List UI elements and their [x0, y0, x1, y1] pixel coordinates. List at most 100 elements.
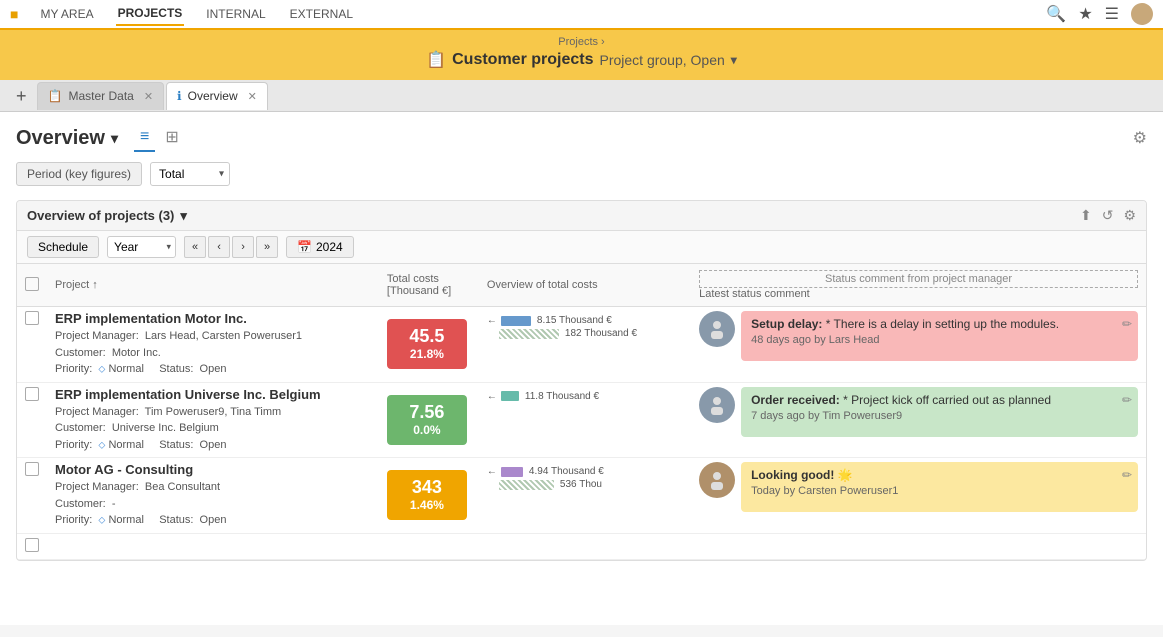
tab-master-data-icon: 📋: [48, 89, 63, 103]
row3-status-row: ✏ Looking good! 🌟 Today by Carsten Power…: [699, 462, 1138, 512]
row1-project-detail: Project Manager: Lars Head, Carsten Powe…: [55, 328, 371, 378]
add-tab-button[interactable]: +: [8, 87, 35, 105]
bookmark-icon[interactable]: ★: [1078, 4, 1092, 24]
row1-edit-icon[interactable]: ✏: [1122, 317, 1132, 331]
row3-cost-box: 343 1.46%: [387, 470, 467, 520]
breadcrumb-area: Projects › 📋 Customer projects Project g…: [0, 30, 1163, 80]
row1-label2: 182 Thousand €: [565, 328, 637, 339]
row2-cost-value: 7.56: [409, 403, 444, 421]
row3-bar2-row: 536 Thou: [487, 479, 683, 490]
empty-checkbox[interactable]: [25, 538, 39, 552]
export-icon[interactable]: ⬆: [1080, 207, 1092, 224]
empty-row: [17, 533, 1146, 559]
menu-icon[interactable]: ☰: [1105, 4, 1119, 24]
nav-logo: ■: [10, 6, 18, 22]
status-comment-header: Status comment from project manager: [699, 270, 1138, 288]
year-button[interactable]: 📅 2024: [286, 236, 354, 258]
row2-project-name[interactable]: ERP implementation Universe Inc. Belgium: [55, 387, 371, 402]
breadcrumb-main[interactable]: Customer projects: [452, 51, 593, 69]
schedule-toolbar: Schedule Year Month Quarter « ‹ › » 📅 20…: [17, 231, 1146, 264]
th-project[interactable]: Project ↑: [47, 264, 379, 307]
row2-label1: 11.8 Thousand €: [525, 391, 599, 402]
row1-cost-cell: 45.5 21.8%: [379, 307, 479, 383]
row3-status-time: Today by Carsten Poweruser1: [751, 485, 1128, 497]
schedule-button[interactable]: Schedule: [27, 236, 99, 258]
projects-table: Project ↑ Total costs [Thousand €] Overv…: [17, 264, 1146, 560]
breadcrumb-parent: Projects ›: [0, 36, 1163, 48]
row1-comment-cell: ✏ Setup delay: * There is a delay in set…: [691, 307, 1146, 383]
row1-project-name[interactable]: ERP implementation Motor Inc.: [55, 311, 371, 326]
row2-project-detail: Project Manager: Tim Poweruser9, Tina Ti…: [55, 404, 371, 454]
tab-master-data[interactable]: 📋 Master Data ✕: [37, 82, 165, 110]
table-header-row: Project ↑ Total costs [Thousand €] Overv…: [17, 264, 1146, 307]
tab-overview[interactable]: ℹ Overview ✕: [166, 82, 268, 110]
row1-project-cell: ERP implementation Motor Inc. Project Ma…: [47, 307, 379, 383]
row2-edit-icon[interactable]: ✏: [1122, 393, 1132, 407]
breadcrumb-icon: 📋: [426, 50, 446, 70]
overview-dropdown-icon[interactable]: ▾: [111, 130, 118, 147]
nav-my-area[interactable]: MY AREA: [38, 3, 95, 25]
tab-master-data-label: Master Data: [68, 89, 133, 103]
row3-checkbox[interactable]: [25, 462, 39, 476]
nav-external[interactable]: EXTERNAL: [288, 3, 355, 25]
row2-status-msg: Order received: * Project kick off carri…: [751, 393, 1128, 407]
arrow-icon: ←: [487, 315, 497, 326]
overview-left: Overview ▾ ≡ ⊞: [16, 124, 185, 152]
refresh-icon[interactable]: ↺: [1102, 207, 1114, 224]
select-all-checkbox[interactable]: [25, 277, 39, 291]
period-type-select[interactable]: Year Month Quarter: [107, 236, 176, 258]
projects-dropdown-icon[interactable]: ▾: [180, 208, 187, 224]
row3-status-msg: Looking good! 🌟: [751, 468, 1128, 482]
row3-project-name[interactable]: Motor AG - Consulting: [55, 462, 371, 477]
row2-bar1-row: ← 11.8 Thousand €: [487, 391, 683, 402]
row3-edit-icon[interactable]: ✏: [1122, 468, 1132, 482]
row3-avatar: [699, 462, 735, 498]
calendar-icon: 📅: [297, 240, 312, 254]
row3-bar1: [501, 467, 523, 477]
row3-bar2: [499, 480, 554, 490]
row2-checkbox-cell: [17, 382, 47, 458]
row1-bar2-row: 182 Thousand €: [487, 328, 683, 339]
tab-overview-label: Overview: [188, 89, 238, 103]
nav-next-button[interactable]: ›: [232, 236, 254, 258]
breadcrumb-dropdown-icon[interactable]: ▾: [731, 53, 737, 67]
projects-section-title: Overview of projects (3) ▾: [27, 208, 187, 224]
th-comment-label: Latest status comment: [699, 288, 1138, 300]
search-icon[interactable]: 🔍: [1046, 4, 1066, 24]
th-project-label: Project ↑: [55, 279, 98, 291]
row2-checkbox[interactable]: [25, 387, 39, 401]
grid-view-button[interactable]: ⊞: [159, 124, 184, 152]
row3-chart-cell: ← 4.94 Thousand € 536 Thou: [479, 458, 691, 534]
row1-bar1: [501, 316, 531, 326]
row1-avatar: [699, 311, 735, 347]
nav-prev-button[interactable]: ‹: [208, 236, 230, 258]
tab-master-data-close[interactable]: ✕: [144, 90, 153, 103]
tab-overview-close[interactable]: ✕: [248, 90, 257, 103]
arrow-icon: ←: [487, 391, 497, 402]
period-type-select-wrapper: Year Month Quarter: [107, 236, 176, 258]
nav-internal[interactable]: INTERNAL: [204, 3, 267, 25]
projects-title-text: Overview of projects (3): [27, 208, 174, 223]
row1-bar1-row: ← 8.15 Thousand €: [487, 315, 683, 326]
list-view-button[interactable]: ≡: [134, 124, 155, 152]
period-select[interactable]: Total Year Month: [150, 162, 230, 186]
row2-avatar: [699, 387, 735, 423]
nav-first-button[interactable]: «: [184, 236, 206, 258]
th-comment: Status comment from project manager Late…: [691, 264, 1146, 307]
row3-cost-cell: 343 1.46%: [379, 458, 479, 534]
avatar[interactable]: [1131, 3, 1153, 25]
row2-status-box: ✏ Order received: * Project kick off car…: [741, 387, 1138, 437]
settings-icon[interactable]: ⚙: [1123, 207, 1136, 224]
view-toggles: ≡ ⊞: [134, 124, 185, 152]
row3-chart: ← 4.94 Thousand € 536 Thou: [487, 462, 683, 496]
row1-chart-cell: ← 8.15 Thousand € 182 Thousand €: [479, 307, 691, 383]
overview-title-text: Overview: [16, 127, 105, 150]
priority-icon: ⬦: [98, 440, 105, 451]
nav-last-button[interactable]: »: [256, 236, 278, 258]
table-row: ERP implementation Universe Inc. Belgium…: [17, 382, 1146, 458]
row1-checkbox[interactable]: [25, 311, 39, 325]
nav-projects[interactable]: PROJECTS: [116, 2, 185, 26]
filter-icon[interactable]: ⚙: [1133, 128, 1147, 148]
row1-status-time: 48 days ago by Lars Head: [751, 334, 1128, 346]
main-content: Overview ▾ ≡ ⊞ ⚙ Period (key figures) To…: [0, 112, 1163, 625]
